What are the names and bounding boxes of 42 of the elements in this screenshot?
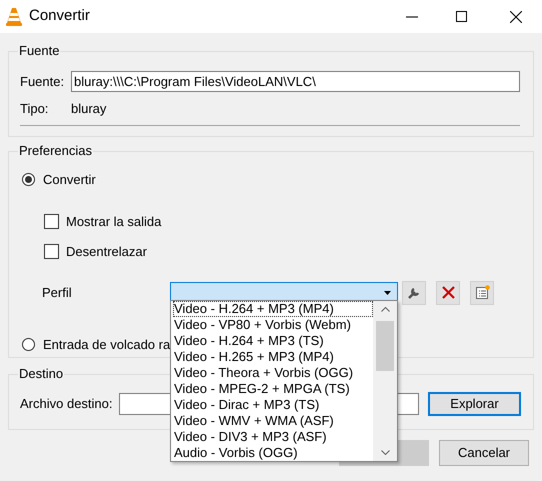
scrollbar[interactable] xyxy=(373,301,397,461)
dropdown-item[interactable]: Video - MPEG-2 + MPGA (TS) xyxy=(173,381,373,397)
dropdown-item[interactable]: Video - Dirac + MP3 (TS) xyxy=(173,397,373,413)
field-label: Fuente: xyxy=(20,72,66,91)
profile-label: Perfil xyxy=(42,284,73,302)
dropdown-item[interactable]: Video - VP80 + Vorbis (Webm) xyxy=(173,317,373,333)
browse-button[interactable]: Explorar xyxy=(428,392,521,416)
close-icon[interactable] xyxy=(510,10,522,22)
dropdown-item[interactable]: Audio - Vorbis (OGG) xyxy=(173,445,373,461)
new-profile-button[interactable] xyxy=(470,280,494,304)
window-title: Convertir xyxy=(29,6,90,26)
type-value: bluray xyxy=(71,100,106,118)
field-label: Tipo: xyxy=(20,100,50,118)
scroll-up-icon[interactable] xyxy=(380,307,390,312)
dialog-button[interactable]: Cancelar xyxy=(439,440,529,466)
list-icon xyxy=(474,285,490,300)
delete-icon xyxy=(442,286,454,299)
dropdown-item[interactable]: Video - H.264 + MP3 (TS) xyxy=(173,333,373,349)
source-field[interactable]: bluray:\\\C:\Program Files\VideoLAN\VLC\ xyxy=(71,71,520,92)
maximize-icon[interactable] xyxy=(456,11,467,22)
field-label: Archivo destino: xyxy=(20,395,114,414)
checkbox[interactable] xyxy=(44,244,59,260)
radio-label: Convertir xyxy=(43,171,96,189)
checkbox-label: Desentrelazar xyxy=(66,243,147,261)
dropdown-item[interactable]: Video - WMV + WMA (ASF) xyxy=(173,413,373,429)
cone-icon xyxy=(6,6,22,26)
dropdown-item[interactable]: Video - H.265 + MP3 (MP4) xyxy=(173,349,373,365)
scroll-down-icon[interactable] xyxy=(380,450,390,455)
scrollbar-thumb[interactable] xyxy=(376,321,394,371)
delete-profile-button[interactable] xyxy=(436,280,460,304)
radio-label: Entrada de volcado ra xyxy=(43,336,170,354)
radio-button[interactable] xyxy=(22,338,35,351)
dropdown-item[interactable]: Video - Theora + Vorbis (OGG) xyxy=(173,365,373,381)
dropdown-item[interactable]: Video - DIV3 + MP3 (ASF) xyxy=(173,429,373,445)
minimize-icon[interactable] xyxy=(406,16,418,18)
checkbox[interactable] xyxy=(44,214,59,229)
wrench-icon xyxy=(406,285,422,300)
checkbox-label: Mostrar la salida xyxy=(66,212,162,230)
dropdown-item[interactable]: Video - H.264 + MP3 (MP4) xyxy=(173,301,373,317)
caret-icon xyxy=(384,290,391,294)
edit-profile-button[interactable] xyxy=(402,280,426,304)
radio-button[interactable] xyxy=(22,173,35,186)
